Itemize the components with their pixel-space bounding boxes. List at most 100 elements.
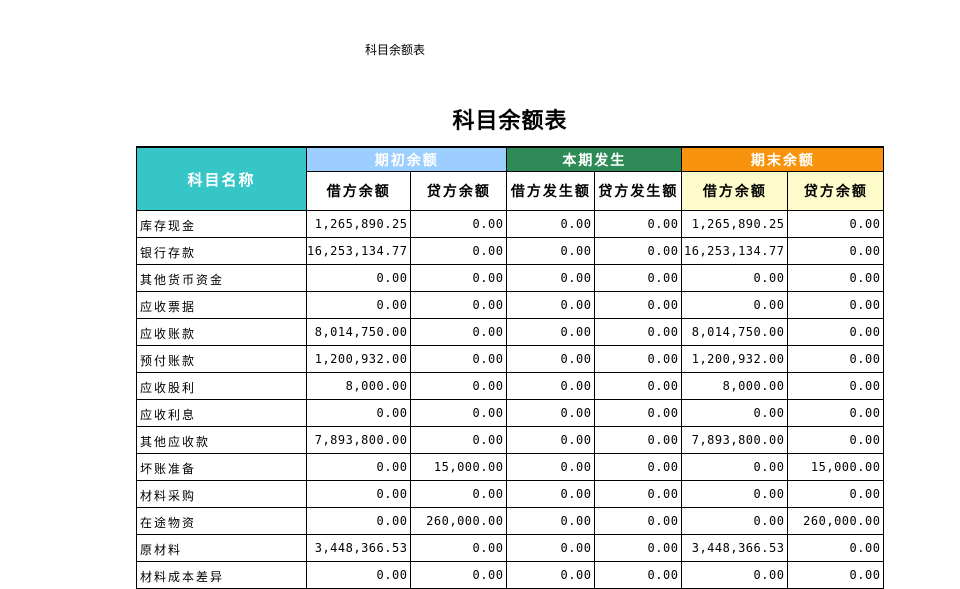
opening-credit-cell[interactable]: 0.00: [410, 426, 508, 454]
account-name-cell[interactable]: 坏账准备: [136, 453, 307, 481]
closing-credit-cell[interactable]: 0.00: [787, 534, 885, 562]
period-credit-cell[interactable]: 0.00: [594, 399, 683, 427]
closing-debit-cell[interactable]: 0.00: [681, 480, 789, 508]
opening-credit-cell[interactable]: 0.00: [410, 399, 508, 427]
closing-debit-cell[interactable]: 0.00: [681, 453, 789, 481]
period-credit-cell[interactable]: 0.00: [594, 453, 683, 481]
period-debit-cell[interactable]: 0.00: [506, 561, 596, 589]
closing-debit-cell[interactable]: 0.00: [681, 264, 789, 292]
opening-debit-cell[interactable]: 1,265,890.25: [305, 210, 412, 238]
opening-debit-cell[interactable]: 16,253,134.77: [305, 237, 412, 265]
opening-credit-cell[interactable]: 0.00: [410, 372, 508, 400]
period-credit-cell[interactable]: 0.00: [594, 318, 683, 346]
period-credit-cell[interactable]: 0.00: [594, 507, 683, 535]
closing-debit-cell[interactable]: 3,448,366.53: [681, 534, 789, 562]
period-debit-cell[interactable]: 0.00: [506, 237, 596, 265]
closing-credit-cell[interactable]: 0.00: [787, 237, 885, 265]
header-closing-credit[interactable]: 贷方余额: [787, 171, 885, 211]
account-name-cell[interactable]: 预付账款: [136, 345, 307, 373]
opening-debit-cell[interactable]: 0.00: [305, 399, 412, 427]
period-debit-cell[interactable]: 0.00: [506, 264, 596, 292]
period-credit-cell[interactable]: 0.00: [594, 237, 683, 265]
closing-credit-cell[interactable]: 0.00: [787, 210, 885, 238]
opening-credit-cell[interactable]: 15,000.00: [410, 453, 508, 481]
period-credit-cell[interactable]: 0.00: [594, 372, 683, 400]
closing-credit-cell[interactable]: 0.00: [787, 480, 885, 508]
closing-debit-cell[interactable]: 0.00: [681, 507, 789, 535]
opening-credit-cell[interactable]: 0.00: [410, 210, 508, 238]
opening-debit-cell[interactable]: 7,893,800.00: [305, 426, 412, 454]
period-debit-cell[interactable]: 0.00: [506, 426, 596, 454]
closing-debit-cell[interactable]: 0.00: [681, 399, 789, 427]
account-name-cell[interactable]: 其他应收款: [136, 426, 307, 454]
opening-credit-cell[interactable]: 0.00: [410, 264, 508, 292]
period-credit-cell[interactable]: 0.00: [594, 480, 683, 508]
period-debit-cell[interactable]: 0.00: [506, 210, 596, 238]
opening-credit-cell[interactable]: 0.00: [410, 291, 508, 319]
opening-credit-cell[interactable]: 0.00: [410, 237, 508, 265]
period-credit-cell[interactable]: 0.00: [594, 291, 683, 319]
opening-credit-cell[interactable]: 0.00: [410, 534, 508, 562]
header-opening-debit[interactable]: 借方余额: [305, 171, 412, 211]
closing-credit-cell[interactable]: 0.00: [787, 399, 885, 427]
opening-debit-cell[interactable]: 0.00: [305, 507, 412, 535]
header-opening-balance[interactable]: 期初余额: [305, 146, 508, 172]
account-name-cell[interactable]: 应收利息: [136, 399, 307, 427]
header-closing-balance[interactable]: 期末余额: [681, 146, 885, 172]
closing-credit-cell[interactable]: 0.00: [787, 372, 885, 400]
header-period-credit[interactable]: 贷方发生额: [594, 171, 683, 211]
period-credit-cell[interactable]: 0.00: [594, 561, 683, 589]
account-name-cell[interactable]: 应收股利: [136, 372, 307, 400]
period-credit-cell[interactable]: 0.00: [594, 426, 683, 454]
period-debit-cell[interactable]: 0.00: [506, 480, 596, 508]
account-name-cell[interactable]: 应收票据: [136, 291, 307, 319]
header-closing-debit[interactable]: 借方余额: [681, 171, 789, 211]
opening-credit-cell[interactable]: 0.00: [410, 345, 508, 373]
period-credit-cell[interactable]: 0.00: [594, 345, 683, 373]
opening-credit-cell[interactable]: 0.00: [410, 561, 508, 589]
closing-credit-cell[interactable]: 0.00: [787, 345, 885, 373]
period-debit-cell[interactable]: 0.00: [506, 291, 596, 319]
opening-debit-cell[interactable]: 0.00: [305, 561, 412, 589]
opening-debit-cell[interactable]: 1,200,932.00: [305, 345, 412, 373]
opening-credit-cell[interactable]: 0.00: [410, 480, 508, 508]
header-period-debit[interactable]: 借方发生额: [506, 171, 596, 211]
account-name-cell[interactable]: 在途物资: [136, 507, 307, 535]
opening-debit-cell[interactable]: 0.00: [305, 291, 412, 319]
closing-debit-cell[interactable]: 1,265,890.25: [681, 210, 789, 238]
opening-debit-cell[interactable]: 8,000.00: [305, 372, 412, 400]
closing-debit-cell[interactable]: 0.00: [681, 291, 789, 319]
period-debit-cell[interactable]: 0.00: [506, 534, 596, 562]
period-debit-cell[interactable]: 0.00: [506, 453, 596, 481]
period-debit-cell[interactable]: 0.00: [506, 318, 596, 346]
period-debit-cell[interactable]: 0.00: [506, 399, 596, 427]
closing-credit-cell[interactable]: 0.00: [787, 561, 885, 589]
account-name-cell[interactable]: 应收账款: [136, 318, 307, 346]
closing-debit-cell[interactable]: 16,253,134.77: [681, 237, 789, 265]
opening-debit-cell[interactable]: 0.00: [305, 453, 412, 481]
closing-credit-cell[interactable]: 0.00: [787, 426, 885, 454]
opening-debit-cell[interactable]: 3,448,366.53: [305, 534, 412, 562]
closing-credit-cell[interactable]: 0.00: [787, 291, 885, 319]
period-credit-cell[interactable]: 0.00: [594, 264, 683, 292]
closing-debit-cell[interactable]: 1,200,932.00: [681, 345, 789, 373]
closing-debit-cell[interactable]: 8,000.00: [681, 372, 789, 400]
opening-debit-cell[interactable]: 8,014,750.00: [305, 318, 412, 346]
account-name-cell[interactable]: 库存现金: [136, 210, 307, 238]
period-credit-cell[interactable]: 0.00: [594, 534, 683, 562]
closing-debit-cell[interactable]: 7,893,800.00: [681, 426, 789, 454]
opening-credit-cell[interactable]: 0.00: [410, 318, 508, 346]
account-name-cell[interactable]: 银行存款: [136, 237, 307, 265]
period-credit-cell[interactable]: 0.00: [594, 210, 683, 238]
period-debit-cell[interactable]: 0.00: [506, 507, 596, 535]
header-period-activity[interactable]: 本期发生: [506, 146, 683, 172]
header-opening-credit[interactable]: 贷方余额: [410, 171, 508, 211]
account-name-cell[interactable]: 材料采购: [136, 480, 307, 508]
closing-debit-cell[interactable]: 0.00: [681, 561, 789, 589]
closing-debit-cell[interactable]: 8,014,750.00: [681, 318, 789, 346]
account-name-cell[interactable]: 原材料: [136, 534, 307, 562]
period-debit-cell[interactable]: 0.00: [506, 372, 596, 400]
closing-credit-cell[interactable]: 0.00: [787, 264, 885, 292]
header-account-name[interactable]: 科目名称: [136, 146, 307, 211]
opening-debit-cell[interactable]: 0.00: [305, 480, 412, 508]
